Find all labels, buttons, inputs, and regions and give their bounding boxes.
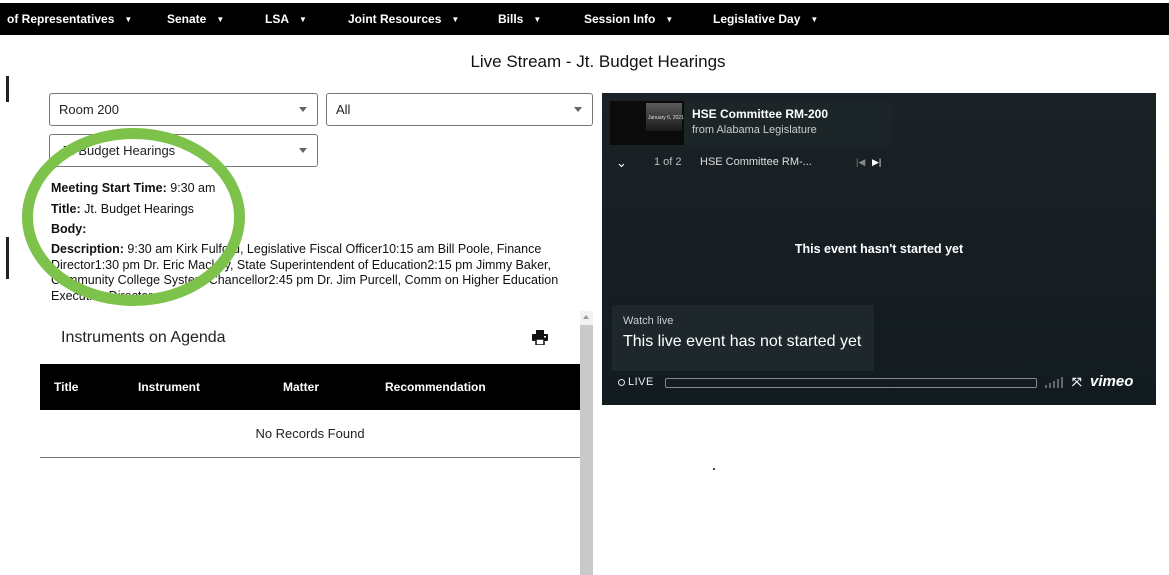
print-icon[interactable] bbox=[532, 330, 548, 345]
vimeo-logo[interactable]: vimeo bbox=[1090, 373, 1133, 390]
video-player[interactable]: January 6, 2021 HSE Committee RM-200 fro… bbox=[602, 93, 1156, 405]
watch-live-text: This live event has not started yet bbox=[623, 333, 862, 350]
column-header-recommendation[interactable]: Recommendation bbox=[385, 380, 486, 394]
category-select-value: All bbox=[336, 102, 351, 117]
player-title[interactable]: HSE Committee RM-200 bbox=[692, 107, 828, 121]
annotation-circle bbox=[22, 128, 245, 306]
table-divider bbox=[40, 457, 580, 458]
event-status-message: This event hasn't started yet bbox=[794, 242, 964, 256]
dropdown-arrow-icon bbox=[299, 107, 307, 112]
caret-down-icon: ▼ bbox=[665, 14, 674, 24]
stray-dot bbox=[713, 468, 715, 470]
instruments-title: Instruments on Agenda bbox=[61, 329, 226, 346]
caret-down-icon: ▼ bbox=[451, 14, 460, 24]
nav-item-label: Joint Resources bbox=[348, 12, 442, 26]
nav-item-session-info[interactable]: Session Info ▼ bbox=[584, 3, 673, 35]
edge-mark bbox=[6, 76, 9, 102]
playlist-count: 1 of 2 bbox=[654, 156, 682, 168]
instruments-table-header: Title Instrument Matter Recommendation bbox=[40, 364, 580, 410]
nav-item-house[interactable]: of Representatives ▼ bbox=[7, 3, 132, 35]
edge-mark bbox=[6, 237, 9, 279]
player-subtitle[interactable]: from Alabama Legislature bbox=[692, 124, 817, 136]
top-nav: of Representatives ▼ Senate ▼ LSA ▼ Joint R… bbox=[0, 3, 1169, 35]
caret-down-icon: ▼ bbox=[124, 14, 133, 24]
nav-item-label: Legislative Day bbox=[713, 12, 801, 26]
fullscreen-icon[interactable]: ⤧ bbox=[1072, 375, 1082, 390]
nav-item-label: Session Info bbox=[584, 12, 656, 26]
category-select[interactable]: All bbox=[326, 93, 593, 126]
caret-down-icon: ▼ bbox=[216, 14, 225, 24]
watch-live-label: Watch live bbox=[623, 315, 674, 327]
empty-records-message: No Records Found bbox=[255, 426, 365, 441]
nav-item-lsa[interactable]: LSA ▼ bbox=[265, 3, 307, 35]
nav-item-label: Bills bbox=[498, 12, 524, 26]
playlist-current-item[interactable]: HSE Committee RM-... bbox=[700, 156, 812, 168]
chevron-down-icon[interactable]: ⌄ bbox=[616, 155, 627, 171]
skip-previous-icon[interactable]: |◀ bbox=[856, 157, 865, 168]
caret-down-icon: ▼ bbox=[533, 14, 542, 24]
nav-item-joint-resources[interactable]: Joint Resources ▼ bbox=[348, 3, 459, 35]
thumbnail-caption: January 6, 2021 bbox=[648, 115, 684, 121]
volume-icon[interactable] bbox=[1045, 377, 1065, 388]
event-thumbnail: January 6, 2021 bbox=[610, 101, 684, 145]
caret-down-icon: ▼ bbox=[810, 14, 819, 24]
player-control-bar: LIVE ⤧ vimeo bbox=[612, 373, 1146, 393]
scroll-up-button[interactable] bbox=[580, 311, 593, 325]
live-indicator-icon bbox=[618, 379, 625, 386]
dropdown-arrow-icon bbox=[299, 148, 307, 153]
column-header-matter[interactable]: Matter bbox=[283, 380, 319, 394]
caret-down-icon: ▼ bbox=[299, 14, 307, 24]
nav-item-label: of Representatives bbox=[7, 12, 115, 26]
scrollbar-track[interactable] bbox=[580, 311, 593, 575]
room-select[interactable]: Room 200 bbox=[49, 93, 318, 126]
column-header-title[interactable]: Title bbox=[54, 380, 78, 394]
skip-next-icon[interactable]: ▶| bbox=[872, 157, 881, 168]
nav-item-label: Senate bbox=[167, 12, 207, 26]
nav-item-legislative-day[interactable]: Legislative Day ▼ bbox=[713, 3, 818, 35]
nav-item-senate[interactable]: Senate ▼ bbox=[167, 3, 224, 35]
nav-item-label: LSA bbox=[265, 12, 289, 26]
column-header-instrument[interactable]: Instrument bbox=[138, 380, 200, 394]
room-select-value: Room 200 bbox=[59, 102, 119, 117]
progress-bar[interactable] bbox=[665, 378, 1037, 388]
page-title: Live Stream - Jt. Budget Hearings bbox=[470, 52, 726, 71]
live-label: LIVE bbox=[628, 376, 654, 388]
dropdown-arrow-icon bbox=[574, 107, 582, 112]
page-root: of Representatives ▼ Senate ▼ LSA ▼ Joint R… bbox=[0, 0, 1169, 575]
nav-item-bills[interactable]: Bills ▼ bbox=[498, 3, 541, 35]
